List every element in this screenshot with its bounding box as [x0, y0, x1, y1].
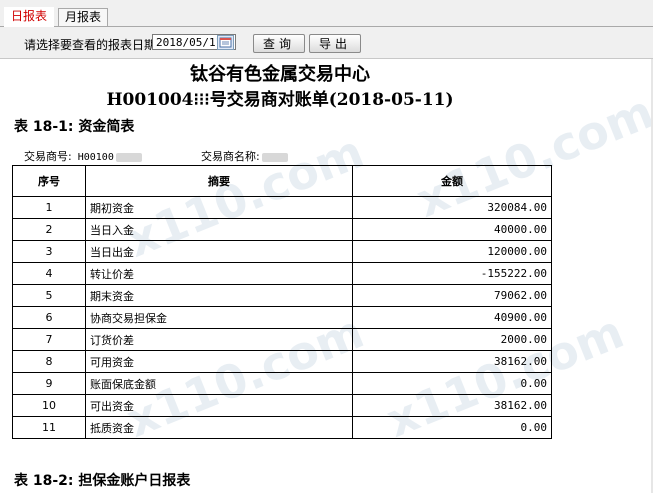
fund-summary-table: 序号 摘要 金额 1 期初资金 320084.00 2 当日入金 40000.00 3 当日出…: [12, 165, 552, 439]
cell-no: 4: [12, 262, 86, 285]
cell-amount: 120000.00: [352, 240, 552, 263]
table-row: 11 抵质资金 0.00: [12, 416, 552, 439]
cell-desc: 转让价差: [85, 262, 353, 285]
export-button[interactable]: 导出: [309, 34, 361, 53]
cell-desc: 订货价差: [85, 328, 353, 351]
trader-name: 交易商名称:: [201, 148, 288, 164]
trader-number-value: H00100: [77, 152, 114, 163]
report-title: 钛谷有色金属交易中心: [190, 64, 370, 85]
cell-no: 9: [12, 372, 86, 395]
cell-no: 8: [12, 350, 86, 373]
cell-amount: 2000.00: [352, 328, 552, 351]
query-button[interactable]: 查询: [253, 34, 305, 53]
cell-amount: 320084.00: [352, 196, 552, 219]
table-row: 9 账面保底金额 0.00: [12, 372, 552, 395]
table-row: 7 订货价差 2000.00: [12, 328, 552, 351]
column-header-no: 序号: [12, 165, 86, 197]
cell-amount: 38162.00: [352, 350, 552, 373]
table-header-row: 序号 摘要 金额: [12, 165, 552, 197]
table-row: 2 当日入金 40000.00: [12, 218, 552, 241]
cell-no: 2: [12, 218, 86, 241]
tab-monthly-report[interactable]: 月报表: [58, 8, 109, 26]
table-row: 5 期末资金 79062.00: [12, 284, 552, 307]
cell-desc: 可用资金: [85, 350, 353, 373]
section-title-guarantee-account: 表 18-2: 担保金账户日报表: [14, 473, 191, 489]
cell-amount: 38162.00: [352, 394, 552, 417]
report-content: x110.com x110.com x110.com x110.com 钛谷有色…: [0, 59, 653, 493]
date-label: 请选择要查看的报表日期: [24, 38, 157, 52]
toolbar: 请选择要查看的报表日期 2018/05/11 查询 导出: [0, 27, 653, 59]
cell-no: 1: [12, 196, 86, 219]
cell-no: 11: [12, 416, 86, 439]
redacted-block: [115, 152, 142, 162]
tab-daily-report[interactable]: 日报表: [4, 7, 55, 27]
column-header-desc: 摘要: [85, 165, 353, 197]
cell-amount: 40000.00: [352, 218, 552, 241]
cell-no: 7: [12, 328, 86, 351]
trader-number-label: 交易商号:: [24, 150, 72, 163]
table-row: 8 可用资金 38162.00: [12, 350, 552, 373]
table-row: 1 期初资金 320084.00: [12, 196, 552, 219]
section-title-fund-summary: 表 18-1: 资金简表: [14, 119, 135, 135]
redacted-block: [261, 152, 288, 162]
cell-amount: 0.00: [352, 372, 552, 395]
cell-desc: 当日出金: [85, 240, 353, 263]
cell-no: 6: [12, 306, 86, 329]
cell-desc: 账面保底金额: [85, 372, 353, 395]
trader-number: 交易商号: H00100: [24, 148, 142, 164]
cell-desc: 协商交易担保金: [85, 306, 353, 329]
table-row: 4 转让价差 -155222.00: [12, 262, 552, 285]
cell-desc: 当日入金: [85, 218, 353, 241]
cell-no: 5: [12, 284, 86, 307]
trader-name-label: 交易商名称:: [201, 150, 260, 163]
cell-no: 3: [12, 240, 86, 263]
cell-no: 10: [12, 394, 86, 417]
table-row: 6 协商交易担保金 40900.00: [12, 306, 552, 329]
cell-amount: -155222.00: [352, 262, 552, 285]
report-subtitle: H001004⁝⁝⁝号交易商对账单(2018-05-11): [106, 90, 454, 110]
cell-desc: 期末资金: [85, 284, 353, 307]
calendar-icon[interactable]: [217, 35, 234, 50]
cell-amount: 79062.00: [352, 284, 552, 307]
cell-desc: 可出资金: [85, 394, 353, 417]
table-row: 10 可出资金 38162.00: [12, 394, 552, 417]
cell-amount: 40900.00: [352, 306, 552, 329]
cell-desc: 期初资金: [85, 196, 353, 219]
cell-amount: 0.00: [352, 416, 552, 439]
column-header-amount: 金额: [352, 165, 552, 197]
table-row: 3 当日出金 120000.00: [12, 240, 552, 263]
cell-desc: 抵质资金: [85, 416, 353, 439]
tab-bar: 日报表 月报表: [0, 0, 653, 27]
